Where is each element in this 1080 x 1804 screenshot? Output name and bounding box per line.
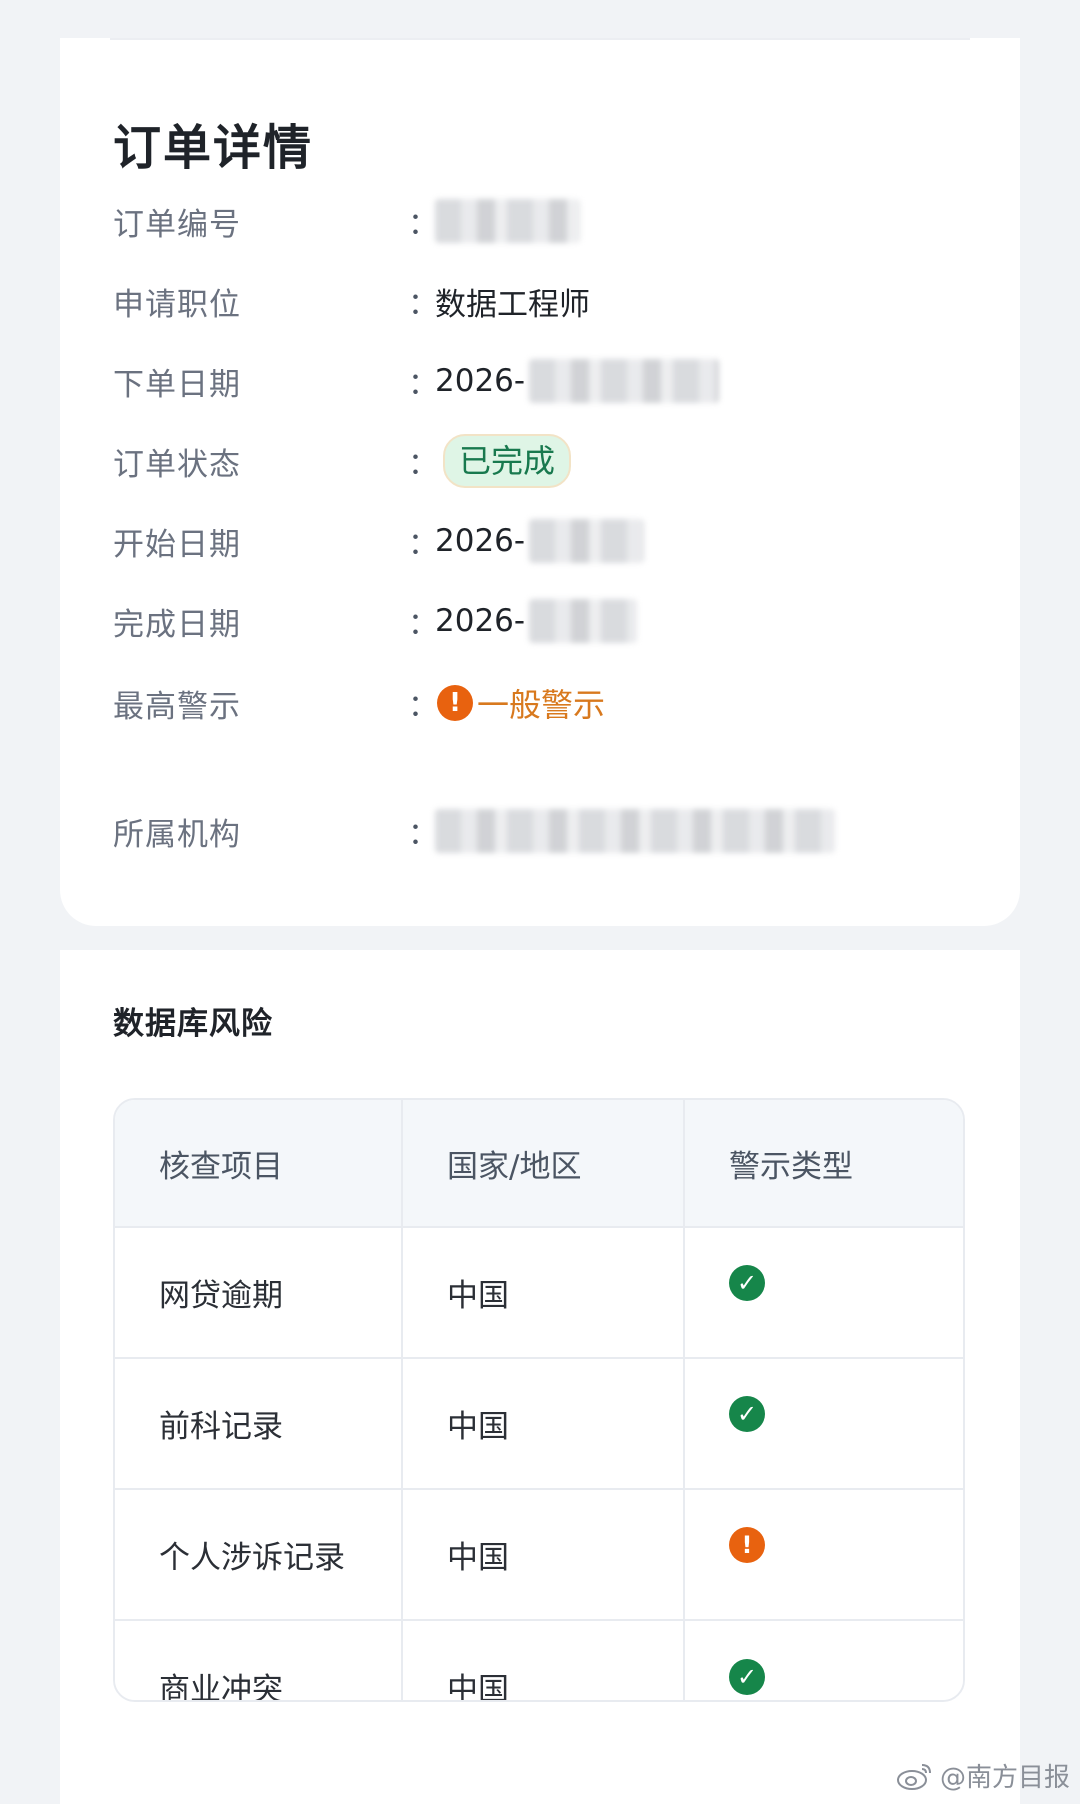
- warning-type-cell: ✓: [685, 1621, 963, 1700]
- order-number-row: 订单编号 ：: [113, 196, 973, 246]
- check-item: 网贷逾期: [115, 1228, 403, 1357]
- divider: [110, 38, 970, 40]
- colon: ：: [408, 447, 438, 482]
- finish-date-label: 完成日期: [113, 606, 241, 643]
- region: 中国: [403, 1490, 685, 1619]
- organization-label: 所属机构: [113, 816, 241, 853]
- colon: ：: [408, 817, 438, 852]
- redacted-order-date: [529, 359, 720, 403]
- start-date-row: 开始日期 ： 2026-: [113, 516, 973, 566]
- warning-type-cell: ✓: [685, 1359, 963, 1488]
- max-warning-label: 最高警示: [113, 688, 241, 725]
- max-warning-row: 最高警示 ： ! 一般警示: [113, 678, 973, 728]
- warning-type-cell: !: [685, 1490, 963, 1619]
- start-date-year: 2026-: [435, 523, 526, 559]
- colon: ：: [408, 607, 438, 642]
- risk-table: 核查项目 国家/地区 警示类型 网贷逾期 中国 ✓ 前科记录 中国 ✓ 个人涉诉…: [113, 1098, 965, 1702]
- status-badge: 已完成: [443, 434, 572, 488]
- alert-circle-icon: !: [729, 1526, 765, 1563]
- header-region: 国家/地区: [403, 1100, 685, 1226]
- order-number-label: 订单编号: [113, 206, 241, 243]
- organization-value: [435, 809, 835, 853]
- order-number-value: [435, 199, 580, 243]
- table-row: 前科记录 中国 ✓: [115, 1359, 963, 1490]
- warning-icon: !: [437, 685, 473, 721]
- region: 中国: [403, 1621, 685, 1700]
- order-status-label: 订单状态: [113, 446, 241, 483]
- colon: ：: [408, 527, 438, 562]
- finish-date-value: 2026-: [435, 599, 638, 643]
- watermark: @南方目报: [896, 1757, 1070, 1794]
- weibo-icon: [896, 1763, 931, 1790]
- max-warning-value: ! 一般警示: [435, 680, 605, 726]
- database-risk-card: 数据库风险 核查项目 国家/地区 警示类型 网贷逾期 中国 ✓ 前科记录 中国 …: [60, 950, 1020, 1804]
- position-label: 申请职位: [113, 286, 241, 323]
- order-detail-card: 订单详情 订单编号 ： 申请职位 ： 数据工程师 下单日期 ： 2026- 订单…: [60, 38, 1020, 926]
- organization-row: 所属机构 ：: [113, 806, 973, 856]
- region: 中国: [403, 1359, 685, 1488]
- page: 订单详情 订单编号 ： 申请职位 ： 数据工程师 下单日期 ： 2026- 订单…: [0, 0, 1080, 1804]
- order-status-row: 订单状态 ： 已完成: [113, 434, 973, 488]
- table-row: 网贷逾期 中国 ✓: [115, 1228, 963, 1359]
- check-item: 前科记录: [115, 1359, 403, 1488]
- check-circle-icon: ✓: [729, 1264, 765, 1301]
- table-row: 商业冲突 中国 ✓: [115, 1621, 963, 1700]
- colon: ：: [408, 689, 438, 724]
- watermark-text: @南方目报: [939, 1763, 1070, 1793]
- order-title: 订单详情: [113, 120, 314, 176]
- start-date-label: 开始日期: [113, 526, 241, 563]
- check-circle-icon: ✓: [729, 1658, 765, 1695]
- risk-title: 数据库风险: [113, 1006, 273, 1042]
- header-warning-type: 警示类型: [729, 1148, 853, 1185]
- region: 中国: [403, 1228, 685, 1357]
- order-date-label: 下单日期: [113, 366, 241, 403]
- order-date-value: 2026-: [435, 359, 720, 403]
- check-item: 个人涉诉记录: [115, 1490, 403, 1619]
- finish-date-year: 2026-: [435, 603, 526, 639]
- order-date-year: 2026-: [435, 363, 526, 399]
- table-row: 个人涉诉记录 中国 !: [115, 1490, 963, 1621]
- colon: ：: [408, 207, 438, 242]
- colon: ：: [408, 367, 438, 402]
- finish-date-row: 完成日期 ： 2026-: [113, 596, 973, 646]
- redacted-start-date: [529, 519, 645, 563]
- position-row: 申请职位 ： 数据工程师: [113, 276, 973, 326]
- position-value: 数据工程师: [435, 286, 590, 323]
- warning-type-cell: ✓: [685, 1228, 963, 1357]
- order-date-row: 下单日期 ： 2026-: [113, 356, 973, 406]
- redacted-organization: [435, 809, 835, 853]
- redacted-finish-date: [529, 599, 638, 643]
- check-item: 商业冲突: [115, 1621, 403, 1700]
- order-status-value: 已完成: [435, 434, 572, 488]
- warning-level: 一般警示: [477, 686, 606, 724]
- header-check-item: 核查项目: [115, 1100, 403, 1226]
- colon: ：: [408, 287, 438, 322]
- check-circle-icon: ✓: [729, 1395, 765, 1432]
- table-header-row: 核查项目 国家/地区 警示类型: [115, 1100, 963, 1228]
- start-date-value: 2026-: [435, 519, 645, 563]
- redacted-order-number: [435, 199, 580, 243]
